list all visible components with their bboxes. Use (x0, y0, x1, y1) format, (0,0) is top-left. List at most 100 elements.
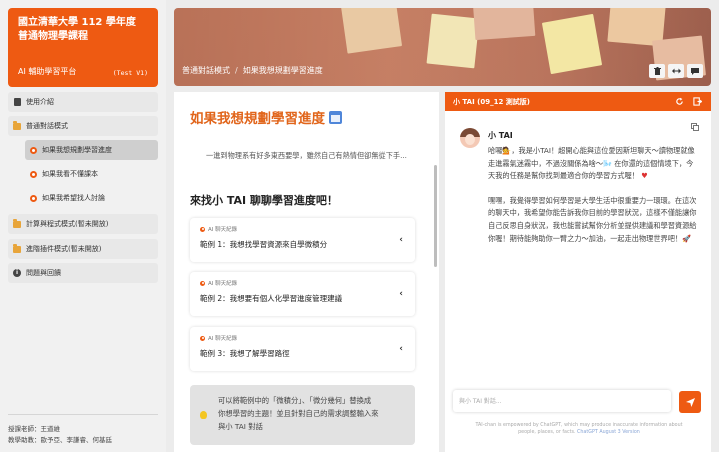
example-card-2[interactable]: AI 聊天紀錄 範例 2：我想要有個人化學習進度管理建議 ‹ (190, 272, 415, 316)
brand-card: 國立清華大學 112 學年度 普通物理學課程 AI 輔助學習平台 (Test V… (8, 8, 158, 87)
export-icon[interactable] (693, 97, 702, 106)
card-tag: AI 聊天紀錄 (200, 334, 405, 342)
banner-decoration (541, 13, 603, 75)
tip-line: 你想學習的主題！並且針對自己的需求調整輸入來 (218, 409, 379, 418)
sidebar-item-label: 使用介紹 (26, 98, 54, 106)
card-tag-label: AI 聊天紀錄 (208, 227, 238, 233)
sidebar-item-label: 問題與回饋 (26, 269, 61, 277)
bot-name: 小 TAI (488, 131, 513, 140)
folder-icon (13, 218, 21, 228)
sidebar: 國立清華大學 112 學年度 普通物理學課程 AI 輔助學習平台 (Test V… (0, 0, 166, 452)
message-paragraph: 嘿嘿，我覺得學習如何學習是大學生活中很重要力一環環。在這次的聊天中，我希望你能告… (488, 195, 697, 243)
intro-text: 一進到物理系有好多東西要學，雖然自己有熱情但卻無從下手... (206, 151, 407, 160)
version-label: (Test V1) (112, 69, 148, 77)
tip-box: 可以將範例中的「微積分」、「微分幾何」替換成 你想學習的主題！並且針對自己的需求… (190, 385, 415, 445)
banner-decoration (426, 13, 480, 69)
chat-panel: 小 TAI (09_12 測試版) 小 TAI 哈囉💁，我是小TAI！超開心能與… (445, 92, 711, 452)
heart-icon: ♥ (641, 171, 648, 181)
platform-name: AI 輔助學習平台 (18, 67, 77, 76)
sidebar-item-plugin-mode[interactable]: 進階插件模式(暫未開放) (8, 239, 158, 259)
sidebar-item-label: 計算與程式模式(暫未開放) (26, 220, 109, 228)
bullet-icon (200, 226, 205, 232)
card-tag-label: AI 聊天紀錄 (208, 281, 238, 287)
clear-button[interactable] (649, 64, 665, 78)
chevron-left-icon: ‹ (399, 289, 403, 299)
copy-icon[interactable] (691, 123, 699, 131)
chat-message: 哈囉💁，我是小TAI！超開心能與這位愛因斯坦聊天～讀物理就像走進霧氣迷霧中，不過… (488, 145, 698, 245)
breadcrumb: 普通對話模式 / 如果我想規劃學習進度 (182, 66, 323, 75)
example-card-3[interactable]: AI 聊天紀錄 範例 3：我想了解學習路徑 ‹ (190, 327, 415, 371)
section-heading: 來找小 TAI 聊聊學習進度吧！ (190, 194, 338, 207)
sidebar-subitem-label: 如果我看不懂課本 (42, 170, 98, 178)
disclaimer: TAI-chan is empowered by ChatGPT, which … (459, 422, 699, 436)
disclaimer-text: people, places, or facts. (518, 430, 576, 435)
content-panel: 如果我想規劃學習進度 一進到物理系有好多東西要學，雖然自己有熱情但卻無從下手..… (174, 92, 439, 452)
example-card-1[interactable]: AI 聊天紀錄 範例 1：我想找學習資源來自學微積分 ‹ (190, 218, 415, 262)
folder-icon (13, 243, 21, 253)
breadcrumb-item: 如果我想規劃學習進度 (242, 66, 323, 75)
chat-input[interactable] (453, 390, 671, 412)
sidebar-item-label: 進階插件模式(暫未開放) (26, 245, 102, 253)
card-tag: AI 聊天紀錄 (200, 225, 405, 233)
send-button[interactable] (679, 391, 701, 413)
sidebar-item-intro[interactable]: 使用介紹 (8, 92, 158, 112)
page-title: 如果我想規劃學習進度 (190, 107, 342, 127)
bullet-icon (30, 170, 37, 178)
header-banner: 普通對話模式 / 如果我想規劃學習進度 (174, 8, 711, 86)
message-paragraph: 哈囉💁，我是小TAI！超開心能與這位愛因斯坦聊天～讀物理就像走進霧氣迷霧中，不過… (488, 145, 698, 183)
expand-horizontal-icon (671, 68, 681, 74)
sidebar-subitem-plan-progress[interactable]: 如果我想規劃學習進度 (25, 140, 158, 160)
sidebar-item-general-chat[interactable]: 普通對話模式 (8, 116, 158, 136)
chat-input-container (453, 390, 671, 412)
avatar (460, 128, 480, 148)
example-label: 範例 1：我想找學習資源來自學微積分 (200, 240, 328, 249)
example-label: 範例 2：我想要有個人化學習進度管理建議 (200, 294, 343, 303)
sidebar-subitem-textbook[interactable]: 如果我看不懂課本 (25, 164, 158, 184)
example-label: 範例 3：我想了解學習路徑 (200, 349, 290, 358)
chat-title: 小 TAI (09_12 測試版) (453, 97, 530, 106)
expand-button[interactable] (668, 64, 684, 78)
breadcrumb-item[interactable]: 普通對話模式 (182, 66, 230, 75)
sidebar-item-label: 普通對話模式 (26, 122, 68, 130)
info-icon: i (13, 269, 21, 277)
chat-header: 小 TAI (09_12 測試版) (445, 92, 711, 111)
sidebar-subitem-label: 如果我想規劃學習進度 (42, 146, 112, 154)
chat-toggle-button[interactable] (687, 64, 703, 78)
teacher-credit: 授課老師：王道維 (8, 425, 60, 433)
banner-decoration (472, 8, 536, 41)
sidebar-footer: 授課老師：王道維 教學助教：歐予亞、李謙睿、何基廷 (8, 414, 158, 446)
chat-bubble-icon (691, 67, 699, 75)
folder-icon (13, 120, 21, 130)
header-toolbar (649, 64, 703, 78)
calendar-icon (329, 110, 342, 124)
chevron-left-icon: ‹ (399, 235, 403, 245)
send-icon (685, 397, 695, 407)
message-text: 哈囉💁，我是小TAI！超開心能與這位愛因斯坦聊天～讀物理就像走進霧氣迷霧中，不過… (488, 146, 695, 181)
sidebar-item-feedback[interactable]: i 問題與回饋 (8, 263, 158, 283)
tip-line: 與小 TAI 對話 (218, 422, 263, 431)
disclaimer-line: people, places, or facts. ChatGPT August… (459, 429, 699, 436)
brand-title-line2: 普通物理學課程 (18, 31, 88, 42)
page-title-text: 如果我想規劃學習進度 (190, 111, 325, 127)
sidebar-subitem-label: 如果我希望找人討論 (42, 194, 105, 202)
bullet-icon (30, 146, 37, 154)
brand-title-line1: 國立清華大學 112 學年度 (18, 17, 136, 28)
lightbulb-icon (200, 411, 207, 419)
sidebar-subitem-discussion[interactable]: 如果我希望找人討論 (25, 188, 158, 208)
sidebar-item-calc-mode[interactable]: 計算與程式模式(暫未開放) (8, 214, 158, 234)
card-tag-label: AI 聊天紀錄 (208, 336, 238, 342)
disclaimer-line: TAI-chan is empowered by ChatGPT, which … (475, 423, 683, 428)
bullet-icon (30, 194, 37, 202)
bullet-icon (200, 280, 205, 286)
refresh-icon[interactable] (675, 97, 684, 106)
trash-icon (653, 67, 661, 75)
bullet-icon (200, 335, 205, 341)
tip-line: 可以將範例中的「微積分」、「微分幾何」替換成 (218, 396, 372, 405)
content-scrollbar[interactable] (434, 165, 437, 267)
assistant-credit: 教學助教：歐予亞、李謙睿、何基廷 (8, 436, 112, 444)
book-icon (13, 98, 21, 106)
card-tag: AI 聊天紀錄 (200, 279, 405, 287)
banner-decoration (340, 8, 403, 54)
chevron-left-icon: ‹ (399, 344, 403, 354)
version-link[interactable]: ChatGPT August 3 Version (577, 430, 640, 435)
